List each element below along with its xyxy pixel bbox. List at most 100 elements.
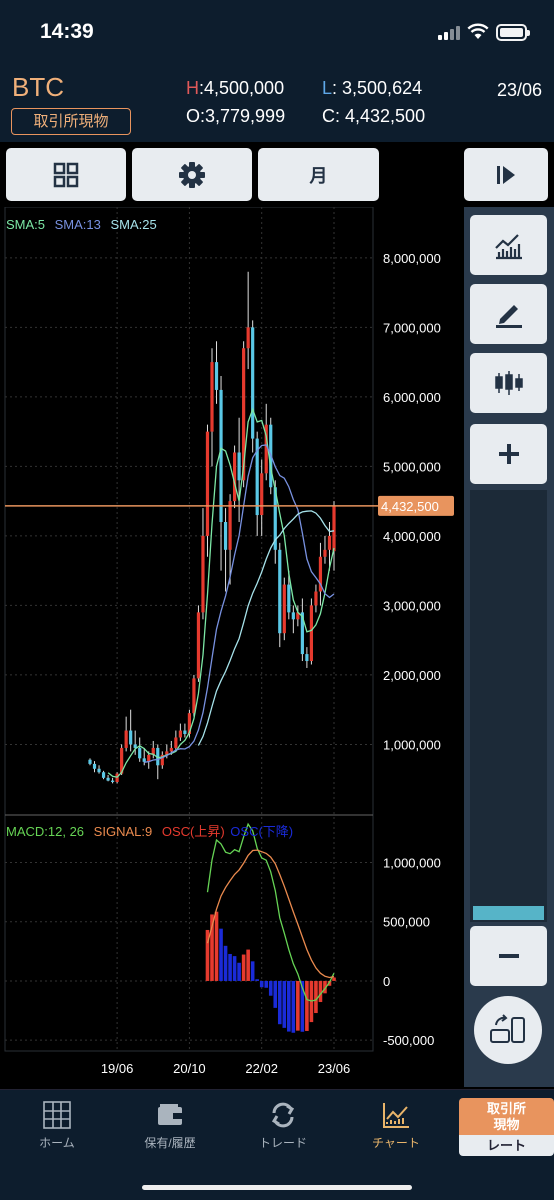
nav-holdings[interactable]: 保有/履歴 [115, 1090, 225, 1160]
chart-indicator-icon [494, 234, 522, 260]
legend-osc-up: OSC(上昇) [162, 824, 225, 839]
osc-bar [264, 980, 269, 988]
osc-bar [246, 949, 250, 981]
header-date: 23/06 [496, 80, 542, 100]
minus-icon [498, 954, 519, 958]
period-button[interactable]: 月 [258, 148, 379, 201]
battery-icon [496, 24, 530, 41]
settings-button[interactable] [132, 148, 252, 201]
candle-body [97, 768, 101, 773]
candle-body [314, 591, 318, 606]
zoom-out-button[interactable] [470, 926, 547, 986]
osc-bar [282, 980, 287, 1028]
nav-trade[interactable]: トレード [228, 1090, 338, 1160]
candle-body [110, 780, 115, 782]
indicator-button[interactable] [470, 215, 547, 275]
macd-tick-label: 500,000 [383, 915, 430, 930]
draw-button[interactable] [470, 284, 547, 344]
symbol-name: BTC [12, 72, 64, 102]
price-tick-label: 3,000,000 [383, 598, 441, 613]
candle-body [327, 535, 332, 550]
status-bar: 14:39 [0, 0, 554, 62]
zoom-slider[interactable] [470, 490, 547, 922]
nav-home[interactable]: ホーム [2, 1090, 112, 1160]
price-tick-label: 7,000,000 [383, 320, 441, 335]
candle-body [228, 501, 232, 550]
osc-bar [241, 954, 246, 981]
nav-chart[interactable]: チャート [341, 1090, 451, 1160]
macd-panel [205, 822, 336, 1033]
low-price: L: 3,500,624 [322, 78, 423, 98]
candle-body [205, 431, 210, 536]
candle-body [178, 730, 182, 738]
candle-type-button[interactable] [470, 353, 547, 413]
osc-bar [305, 980, 309, 1031]
bottom-nav: ホーム 保有/履歴 トレード チャート 取引所 現物 レート [0, 1089, 554, 1200]
zoom-slider-thumb[interactable] [473, 906, 544, 920]
layout-button[interactable] [6, 148, 126, 201]
current-price-label: 4,432,500 [381, 499, 439, 514]
macd-tick-label: 0 [383, 974, 390, 989]
candle-body [210, 362, 214, 432]
osc-bar [314, 980, 318, 1014]
time-tick-label: 19/06 [101, 1061, 134, 1076]
osc-bar [250, 961, 255, 981]
market-rate-toggle[interactable]: 取引所 現物 レート [459, 1098, 554, 1156]
high-price: H:4,500,000 [186, 78, 285, 98]
price-tick-label: 4,000,000 [383, 529, 441, 544]
price-tick-label: 1,000,000 [383, 737, 441, 752]
home-grid-icon [43, 1101, 71, 1129]
candle-body [251, 327, 255, 439]
wallet-icon [158, 1104, 183, 1125]
price-tick-label: 8,000,000 [383, 251, 441, 266]
market-badge[interactable]: 取引所現物 [11, 108, 131, 135]
chart-icon [383, 1103, 409, 1128]
candle-body [169, 747, 173, 752]
nav-home-label: ホーム [39, 1136, 75, 1150]
candle-body [309, 605, 314, 662]
rate-toggle-rate: レート [459, 1135, 554, 1156]
open-price: O:3,779,999 [186, 106, 286, 126]
candle-body [88, 759, 92, 764]
osc-bar [219, 928, 223, 981]
macd-legend: MACD:12, 26 SIGNAL:9 OSC(上昇) OSC(下降) [6, 824, 293, 839]
price-chart[interactable]: 8,000,000 7,000,000 6,000,000 5,000,000 4,00… [0, 207, 464, 1087]
time-tick-label: 20/10 [173, 1061, 206, 1076]
gear-icon [179, 161, 205, 188]
osc-bar [237, 962, 241, 981]
osc-bar [296, 980, 300, 1031]
rotate-button[interactable] [474, 996, 542, 1064]
price-tick-label: 5,000,000 [383, 459, 441, 474]
price-tick-label: 2,000,000 [383, 668, 441, 683]
legend-sma5: SMA:5 [6, 217, 45, 232]
osc-bar [228, 953, 232, 981]
candle-body [124, 730, 128, 748]
candle-body [246, 327, 250, 349]
candle-body [237, 452, 241, 481]
osc-bar [214, 911, 219, 981]
play-skip-icon [497, 165, 515, 184]
candle-body [174, 737, 178, 748]
osc-bar [318, 980, 323, 1003]
osc-bar [291, 980, 296, 1033]
candle-body [223, 522, 228, 550]
candle-body [323, 549, 327, 557]
macd-tick-label: 1,000,000 [383, 856, 441, 871]
candle-body [138, 747, 142, 759]
zoom-in-button[interactable] [470, 424, 547, 484]
candle-body [183, 730, 187, 735]
legend-macd: MACD:12, 26 [6, 824, 84, 839]
candle-body [260, 473, 264, 516]
time-tick-label: 22/02 [245, 1061, 278, 1076]
nav-holdings-label: 保有/履歴 [144, 1136, 196, 1150]
pen-draw-icon [495, 305, 522, 328]
exchange-arrows-icon [271, 1102, 295, 1128]
plus-icon [498, 444, 519, 464]
ticker-header: BTC 取引所現物 H:4,500,000 L: 3,500,624 O:3,7… [0, 62, 554, 142]
play-button[interactable] [464, 148, 548, 201]
close-price: C: 4,432,500 [322, 106, 426, 126]
nav-chart-label: チャート [372, 1136, 420, 1150]
candle-body [332, 505, 336, 552]
cellular-signal-icon [438, 26, 460, 40]
legend-sma13: SMA:13 [55, 217, 101, 232]
